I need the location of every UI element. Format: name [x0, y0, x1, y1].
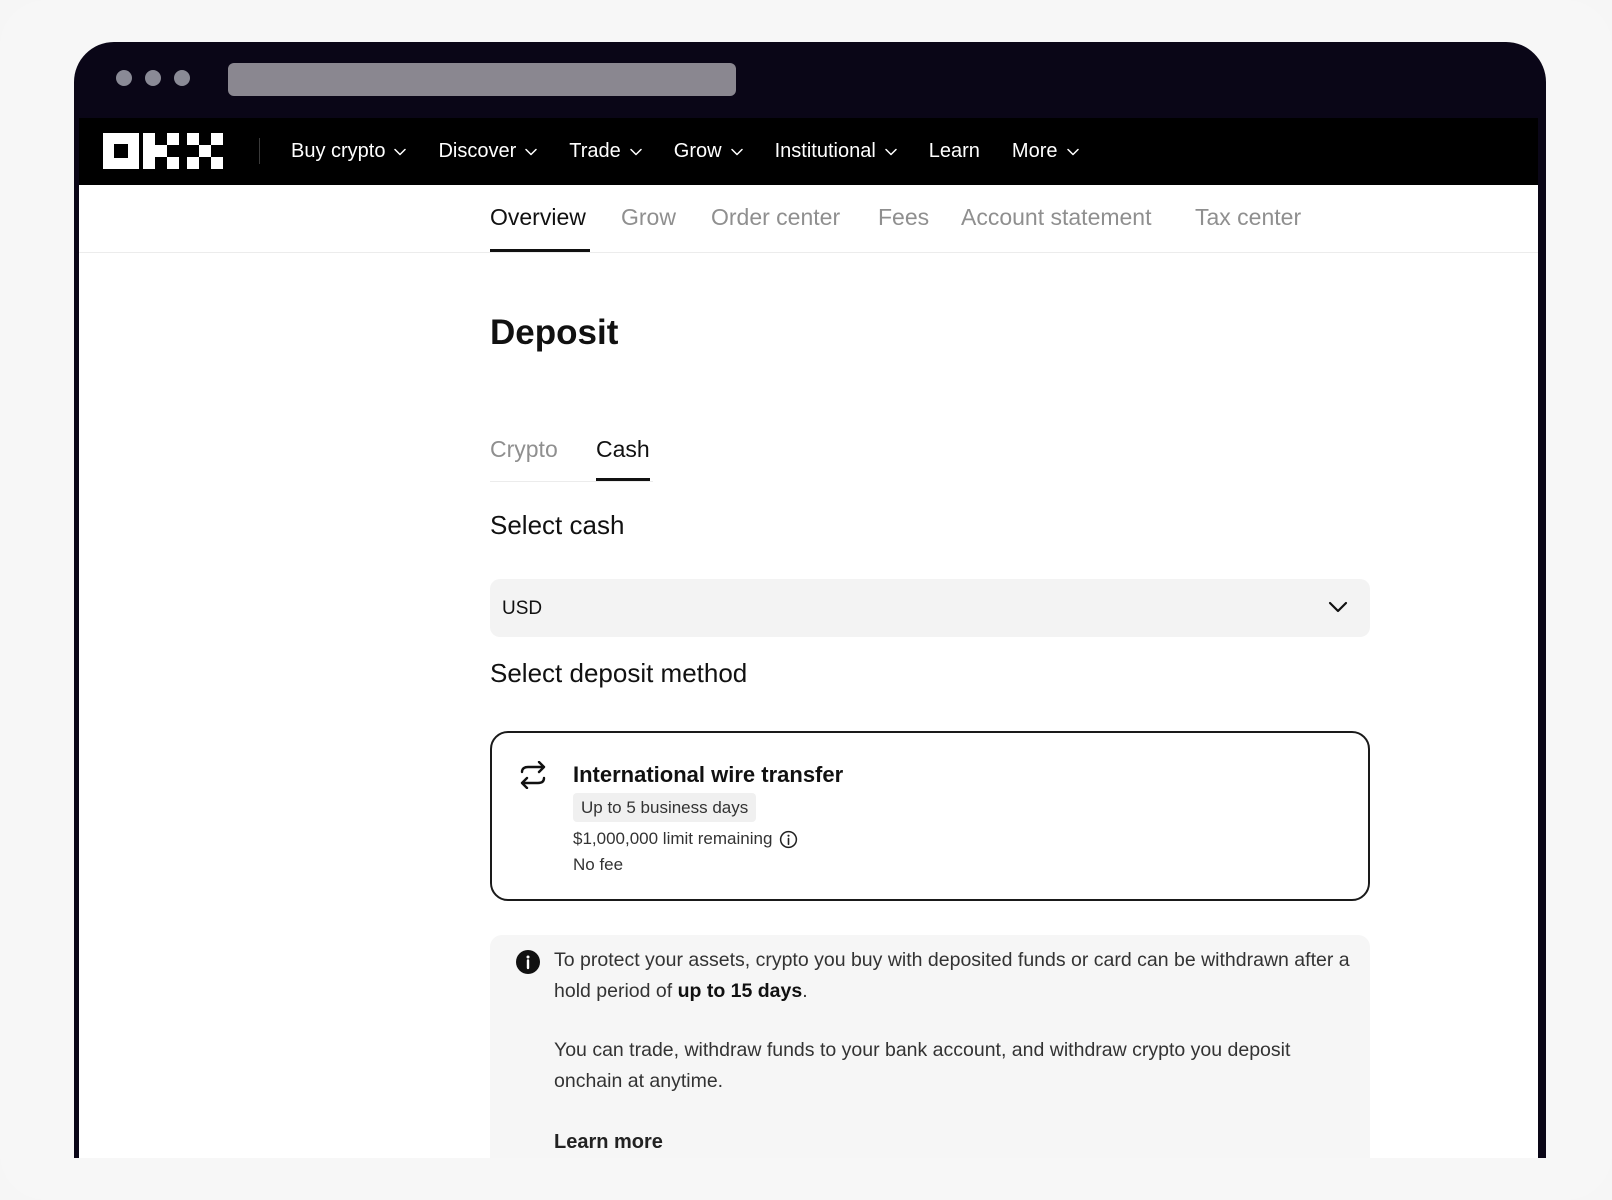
nav-item-more[interactable]: More — [1012, 140, 1079, 163]
fee-text: No fee — [573, 855, 624, 874]
info-filled-icon — [516, 950, 540, 974]
chevron-down-icon — [525, 148, 538, 155]
chevron-down-icon — [394, 148, 407, 155]
chevron-down-icon — [1066, 148, 1079, 155]
hold-period-text-start: To protect your assets, crypto you buy w… — [554, 949, 1350, 1002]
chevron-down-icon — [730, 148, 743, 155]
nav-item-learn[interactable]: Learn — [929, 140, 980, 163]
assets-subnav: Overview Grow Order center Fees Account stat… — [79, 185, 1538, 253]
learn-more-link[interactable]: Learn more — [554, 1131, 663, 1154]
top-nav: Buy crypto Discover Trade Grow Institutional… — [79, 118, 1538, 185]
tab-crypto[interactable]: Crypto — [490, 436, 558, 463]
trade-withdraw-text: You can trade, withdraw funds to your ba… — [554, 1039, 1291, 1092]
main-content: Overview Grow Order center Fees Account stat… — [79, 185, 1538, 1158]
info-outline-icon[interactable] — [779, 830, 798, 849]
processing-time-badge: Up to 5 business days — [573, 793, 757, 822]
okx-logo[interactable] — [103, 133, 223, 169]
address-bar[interactable] — [228, 63, 736, 96]
window-minimize-dot[interactable] — [145, 70, 161, 86]
select-cash-label: Select cash — [490, 510, 625, 540]
subnav-tab-account-statement[interactable]: Account statement — [961, 204, 1152, 231]
nav-item-label: Buy crypto — [291, 140, 386, 162]
subnav-tab-grow[interactable]: Grow — [621, 204, 676, 231]
chevron-down-icon — [885, 148, 897, 155]
limit-remaining-text: $1,000,000 limit remaining — [573, 829, 773, 848]
chevron-down-icon — [1328, 601, 1348, 613]
nav-item-label: Trade — [569, 140, 621, 162]
limit-remaining: $1,000,000 limit remaining — [573, 829, 798, 849]
chevron-down-icon — [630, 148, 642, 155]
subnav-tab-fees[interactable]: Fees — [878, 204, 929, 231]
nav-item-buy-crypto[interactable]: Buy crypto — [291, 140, 407, 163]
window-close-dot[interactable] — [116, 70, 132, 86]
tab-active-indicator — [596, 478, 650, 481]
nav-item-label: Discover — [438, 140, 517, 162]
hold-period-text: To protect your assets, crypto you buy w… — [554, 945, 1354, 1007]
page-title: Deposit — [490, 313, 619, 352]
nav-divider — [259, 138, 260, 164]
subnav-tab-tax-center[interactable]: Tax center — [1195, 204, 1301, 231]
window-maximize-dot[interactable] — [174, 70, 190, 86]
browser-titlebar — [74, 42, 1546, 118]
subnav-active-indicator — [490, 249, 590, 252]
currency-select-value: USD — [502, 598, 543, 619]
wire-transfer-option[interactable]: International wire transfer Up to 5 busi… — [490, 731, 1370, 901]
device-frame: Buy crypto Discover Trade Grow Institutional… — [0, 0, 1612, 1200]
tab-cash[interactable]: Cash — [596, 436, 650, 463]
nav-item-label: Grow — [673, 140, 722, 162]
nav-menu: Buy crypto Discover Trade Grow Institutional… — [291, 118, 1111, 185]
hold-period-notice: To protect your assets, crypto you buy w… — [490, 935, 1370, 1158]
hold-period-text-end: . — [802, 980, 808, 1002]
currency-select[interactable]: USD — [490, 579, 1370, 637]
deposit-type-tabs: Crypto Cash — [490, 430, 653, 482]
hold-period-duration: up to 15 days — [677, 980, 803, 1002]
method-title: International wire transfer — [573, 762, 844, 787]
subnav-tab-overview[interactable]: Overview — [490, 204, 586, 231]
nav-item-label: Institutional — [774, 140, 876, 162]
browser-window: Buy crypto Discover Trade Grow Institutional… — [74, 42, 1546, 1158]
nav-item-grow[interactable]: Grow — [674, 140, 743, 163]
transfer-arrows-icon — [520, 761, 546, 789]
nav-item-label: More — [1011, 140, 1058, 162]
deposit-method-label: Select deposit method — [490, 658, 748, 688]
subnav-tab-order-center[interactable]: Order center — [711, 204, 840, 231]
nav-item-label: Learn — [928, 140, 980, 162]
nav-item-institutional[interactable]: Institutional — [775, 140, 897, 163]
nav-item-discover[interactable]: Discover — [438, 140, 538, 163]
nav-item-trade[interactable]: Trade — [569, 140, 642, 163]
